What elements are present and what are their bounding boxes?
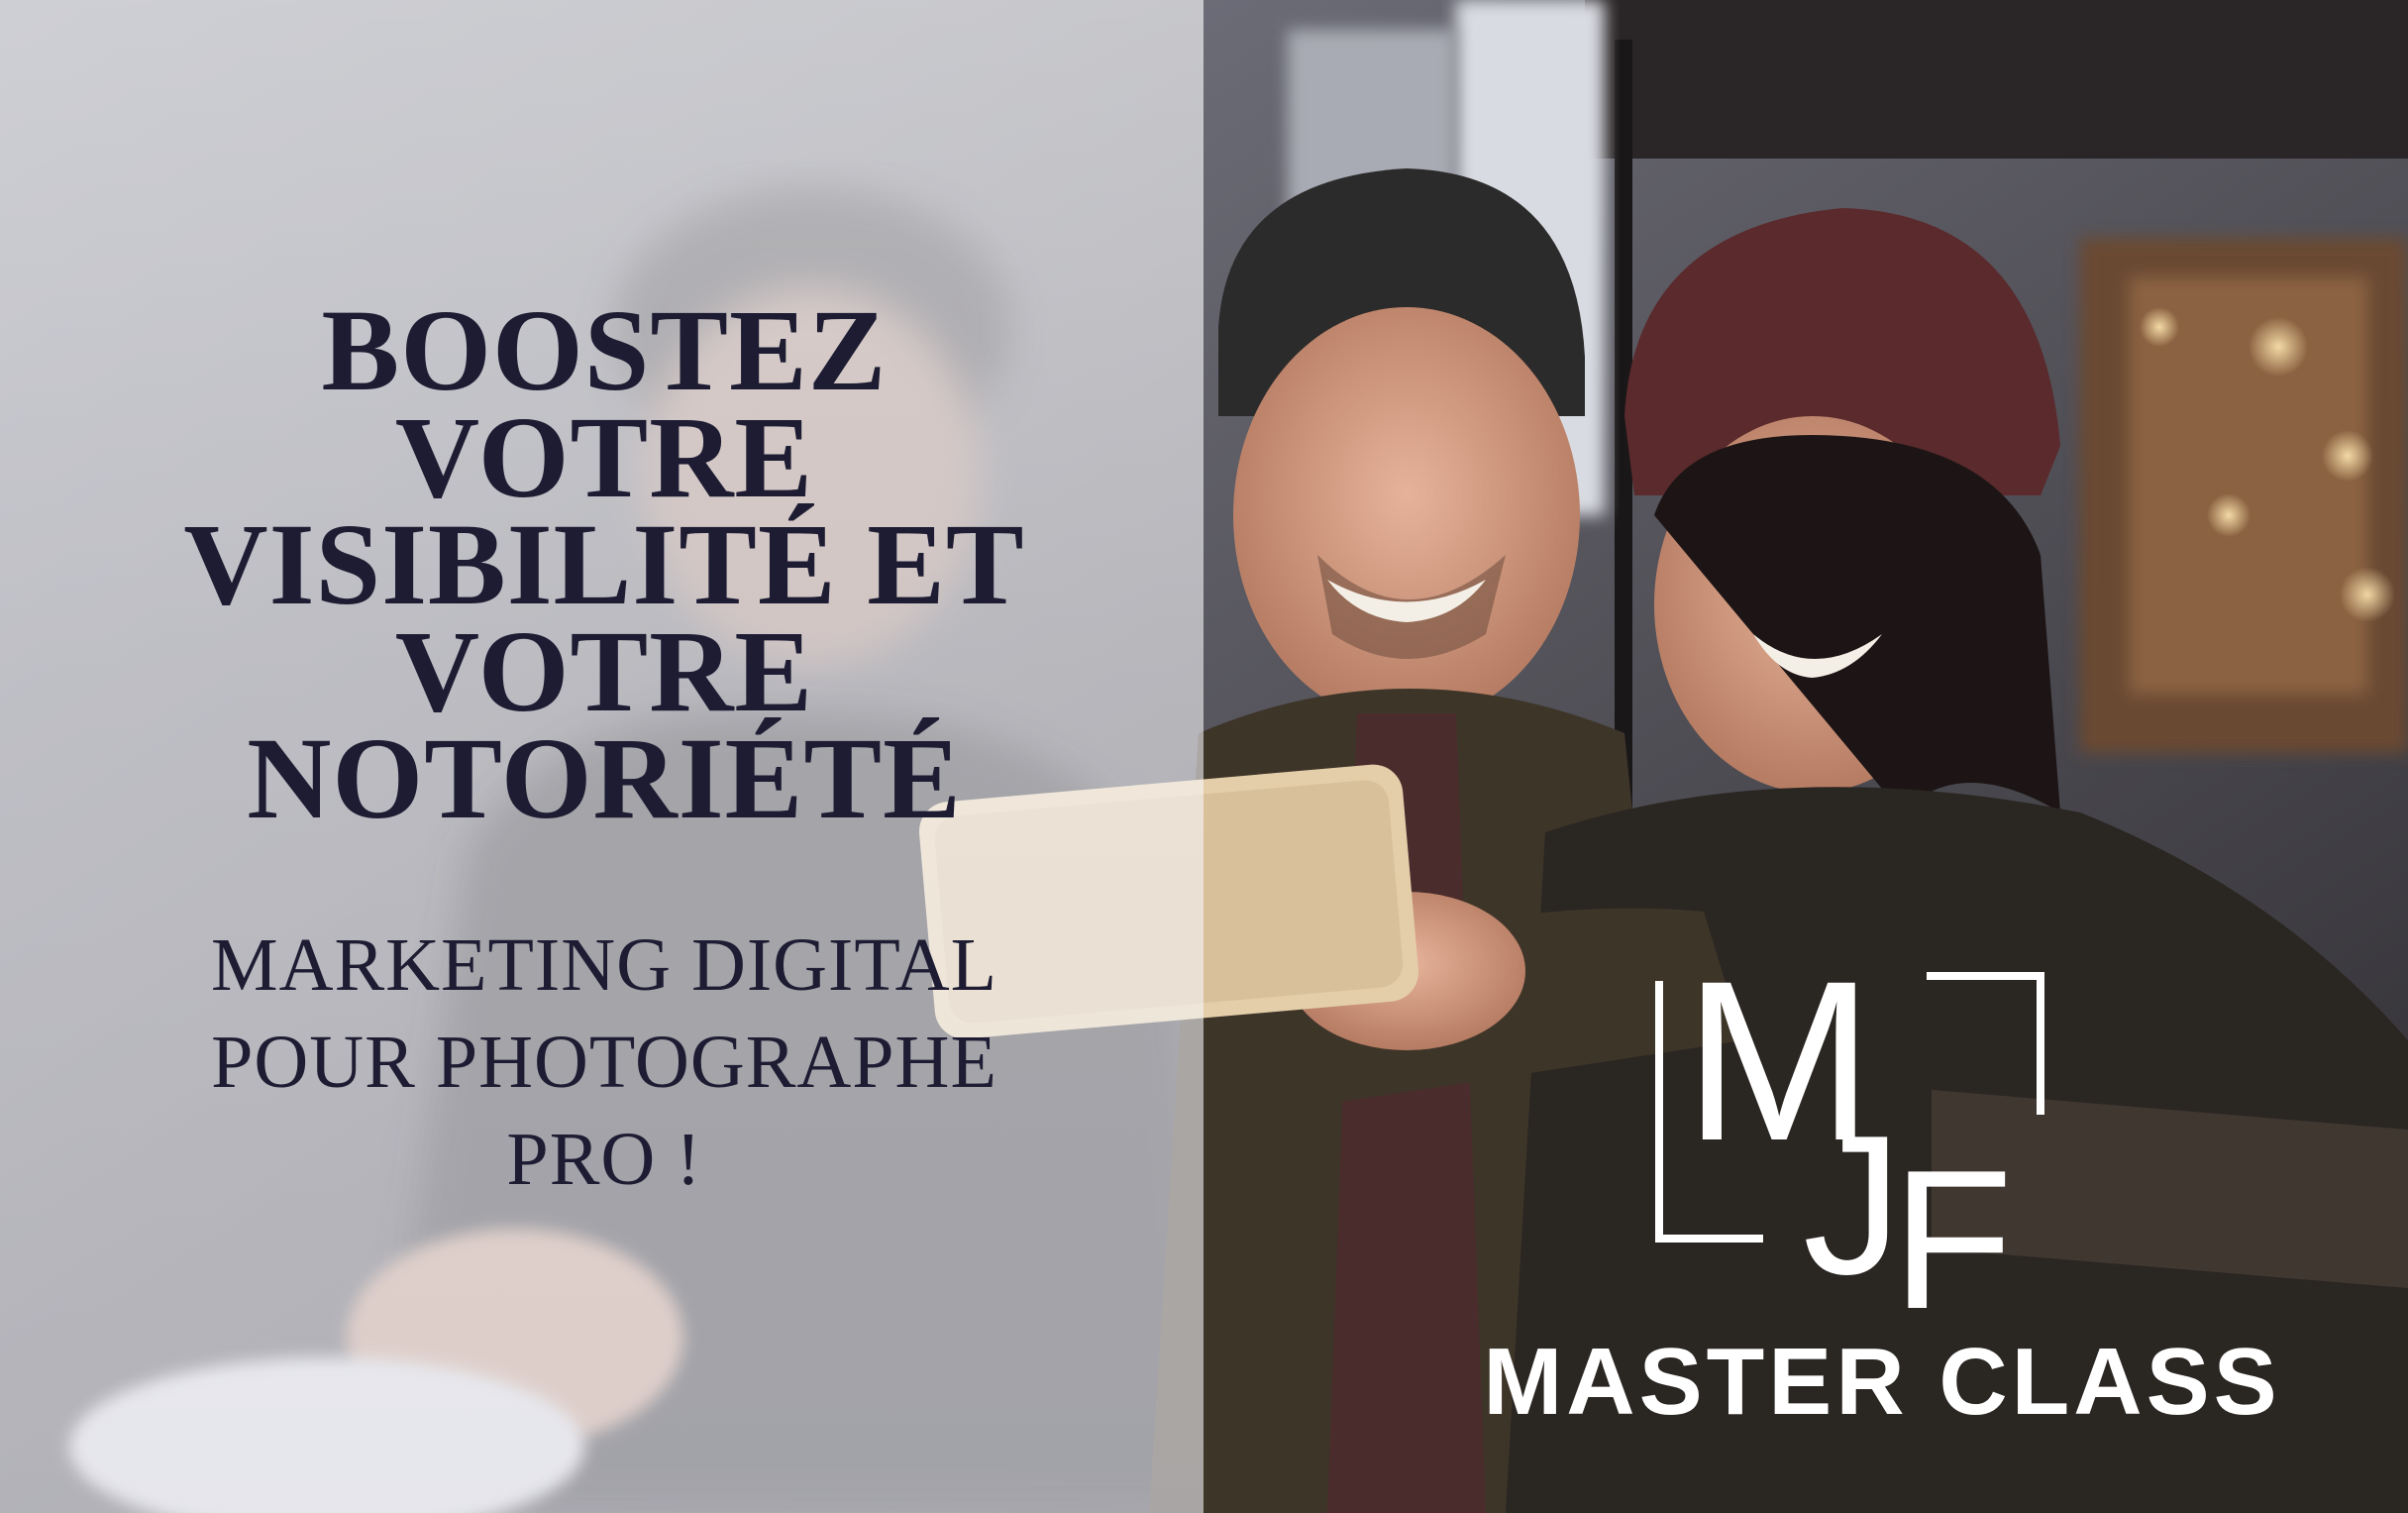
logo-letter-f: F	[1892, 1130, 2013, 1323]
logo-bracket-right	[1927, 972, 2044, 1115]
logo-letter-j: J	[1803, 1095, 1902, 1316]
subtitle-line: PRO !	[506, 1118, 702, 1201]
headline-line: VOTRE	[394, 392, 814, 522]
subtitle-line: POUR PHOTOGRAPHE	[211, 1021, 997, 1104]
headline-line: VOTRE	[394, 606, 814, 736]
headline: BOOSTEZ VOTRE VISIBILITÉ ET VOTRE NOTORI…	[40, 285, 1169, 843]
headline-line: BOOSTEZ	[321, 285, 888, 415]
headline-line: VISIBILITÉ ET	[183, 499, 1025, 629]
headline-line: NOTORIÉTÉ	[247, 713, 962, 843]
mjf-logo: M J F	[1655, 933, 2044, 1323]
subtitle: MARKETING DIGITAL POUR PHOTOGRAPHE PRO !	[40, 917, 1169, 1208]
logo-tagline: MASTER CLASS	[1483, 1329, 2281, 1435]
subtitle-line: MARKETING DIGITAL	[211, 923, 997, 1007]
banner: BOOSTEZ VOTRE VISIBILITÉ ET VOTRE NOTORI…	[0, 0, 2408, 1513]
